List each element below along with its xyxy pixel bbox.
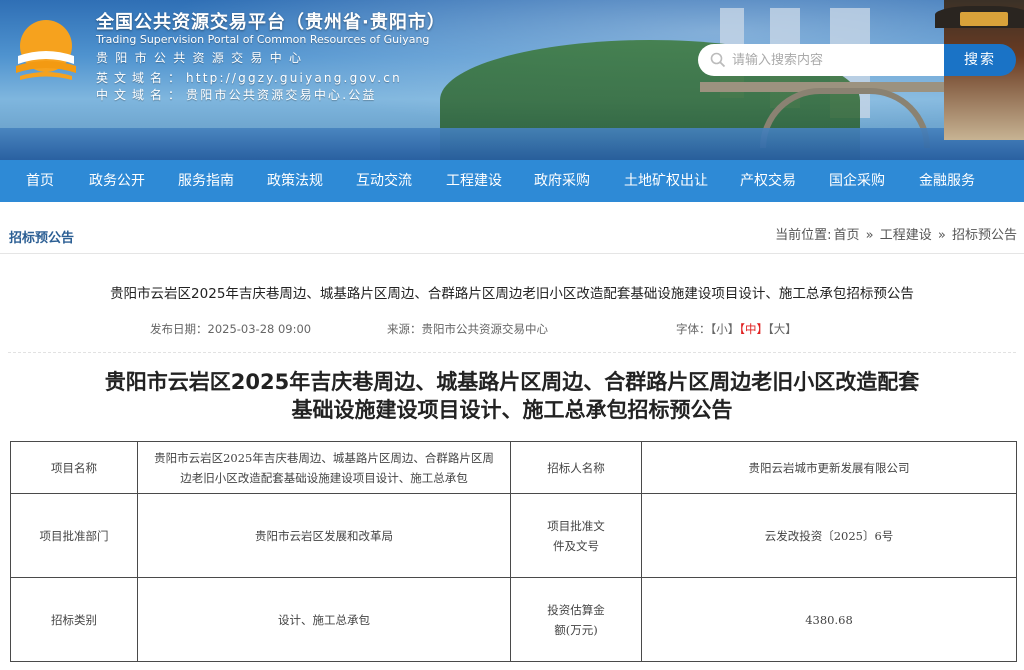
breadcrumb-separator: »	[865, 228, 874, 243]
font-size-controls: 字体：【小】【中】【大】	[676, 321, 797, 337]
table-label-cell: 招标人名称	[510, 441, 642, 494]
search-bar: 搜索	[698, 44, 1016, 76]
header-divider	[8, 352, 1016, 353]
nav-item-financial-services[interactable]: 金融服务	[919, 160, 975, 202]
table-value-cell: 贵阳云岩城市更新发展有限公司	[641, 441, 1017, 494]
publish-date: 发布日期：2025-03-28 09:00	[150, 322, 312, 336]
breadcrumb-bar: 招标预公告 当前位置: 首页 » 工程建设 » 招标预公告	[0, 202, 1024, 254]
en-domain-value[interactable]: http://ggzy.guiyang.gov.cn	[186, 71, 402, 85]
table-row: 项目批准部门 贵阳市云岩区发展和改革局 项目批准文 件及文号 云发改投资〔202…	[10, 493, 1017, 578]
announcement-heading: 贵阳市云岩区2025年吉庆巷周边、城基路片区周边、合群路片区周边老旧小区改造配套…	[0, 368, 1024, 424]
breadcrumb-prefix: 当前位置:	[775, 228, 832, 243]
label-line1: 项目批准文	[547, 518, 605, 533]
breadcrumb-separator: »	[937, 228, 946, 243]
table-value-cell: 贵阳市云岩区发展和改革局	[137, 493, 511, 578]
table-value-cell: 4380.68	[641, 577, 1017, 662]
announcement-heading-line2: 基础设施建设项目设计、施工总承包招标预公告	[291, 398, 733, 422]
project-info-table: 项目名称 贵阳市云岩区2025年吉庆巷周边、城基路片区周边、合群路片区周 边老旧…	[10, 441, 1017, 662]
nav-item-policies[interactable]: 政策法规	[267, 160, 323, 202]
table-value-cell: 设计、施工总承包	[137, 577, 511, 662]
table-row: 项目名称 贵阳市云岩区2025年吉庆巷周边、城基路片区周边、合群路片区周 边老旧…	[10, 441, 1017, 494]
breadcrumb-current[interactable]: 招标预公告	[952, 228, 1017, 243]
search-box	[698, 44, 946, 76]
search-icon	[710, 52, 726, 68]
cn-domain-label: 中文域名：	[96, 88, 187, 102]
breadcrumb-home[interactable]: 首页	[833, 228, 859, 243]
nav-item-construction[interactable]: 工程建设	[446, 160, 502, 202]
search-button[interactable]: 搜索	[944, 44, 1016, 76]
nav-item-gov-affairs[interactable]: 政务公开	[89, 160, 145, 202]
table-label-cell: 投资估算金 额(万元)	[510, 577, 642, 662]
table-row: 招标类别 设计、施工总承包 投资估算金 额(万元) 4380.68	[10, 577, 1017, 662]
nav-item-interaction[interactable]: 互动交流	[356, 160, 412, 202]
article-title: 贵阳市云岩区2025年吉庆巷周边、城基路片区周边、合群路片区周边老旧小区改造配套…	[110, 286, 914, 302]
project-name-line2: 边老旧小区改造配套基础设施建设项目设计、施工总承包	[180, 470, 468, 485]
font-size-large-button[interactable]: 【大】	[768, 322, 797, 336]
font-size-label: 字体：	[676, 322, 711, 336]
nav-item-home[interactable]: 首页	[26, 160, 54, 202]
breadcrumb: 当前位置: 首页 » 工程建设 » 招标预公告	[774, 224, 1018, 243]
table-label-cell: 项目批准部门	[10, 493, 138, 578]
table-value-cell: 贵阳市云岩区2025年吉庆巷周边、城基路片区周边、合群路片区周 边老旧小区改造配…	[137, 441, 511, 494]
main-nav: 首页 政务公开 服务指南 政策法规 互动交流 工程建设 政府采购 土地矿权出让 …	[0, 160, 1024, 202]
project-name-line1: 贵阳市云岩区2025年吉庆巷周边、城基路片区周边、合群路片区周	[154, 450, 494, 465]
en-domain-line: 英文域名：http://ggzy.guiyang.gov.cn	[96, 69, 402, 86]
label-line2: 件及文号	[553, 538, 599, 553]
banner-river	[0, 128, 1024, 160]
nav-item-gov-procurement[interactable]: 政府采购	[534, 160, 590, 202]
banner-pavilion-sign	[960, 12, 1008, 26]
font-size-medium-button[interactable]: 【中】	[739, 322, 768, 336]
table-label-cell: 项目名称	[10, 441, 138, 494]
breadcrumb-construction[interactable]: 工程建设	[880, 228, 932, 243]
nav-item-property-rights[interactable]: 产权交易	[740, 160, 796, 202]
site-center-name: 贵阳市公共资源交易中心	[96, 51, 309, 65]
table-label-cell: 项目批准文 件及文号	[510, 493, 642, 578]
site-subtitle-en: Trading Supervision Portal of Common Res…	[96, 33, 430, 46]
nav-item-service-guide[interactable]: 服务指南	[178, 160, 234, 202]
site-title: 全国公共资源交易平台（贵州省·贵阳市）	[96, 12, 446, 33]
announcement-heading-line1: 贵阳市云岩区2025年吉庆巷周边、城基路片区周边、合群路片区周边老旧小区改造配套	[104, 370, 920, 394]
search-input[interactable]	[732, 48, 938, 72]
section-title: 招标预公告	[9, 231, 75, 246]
label-line1: 投资估算金	[547, 602, 605, 617]
cn-domain-value[interactable]: 贵阳市公共资源交易中心.公益	[186, 88, 377, 102]
header-banner: 全国公共资源交易平台（贵州省·贵阳市） Trading Supervision …	[0, 0, 1024, 160]
article-source: 来源：贵阳市公共资源交易中心	[387, 322, 548, 336]
cn-domain-line: 中文域名：贵阳市公共资源交易中心.公益	[96, 86, 377, 103]
nav-item-land-mining[interactable]: 土地矿权出让	[624, 160, 708, 202]
en-domain-label: 英文域名：	[96, 71, 187, 85]
label-line2: 额(万元)	[554, 622, 598, 637]
nav-item-soe-procurement[interactable]: 国企采购	[829, 160, 885, 202]
table-value-cell: 云发改投资〔2025〕6号	[641, 493, 1017, 578]
table-label-cell: 招标类别	[10, 577, 138, 662]
font-size-small-button[interactable]: 【小】	[711, 322, 740, 336]
site-logo[interactable]	[10, 16, 82, 82]
